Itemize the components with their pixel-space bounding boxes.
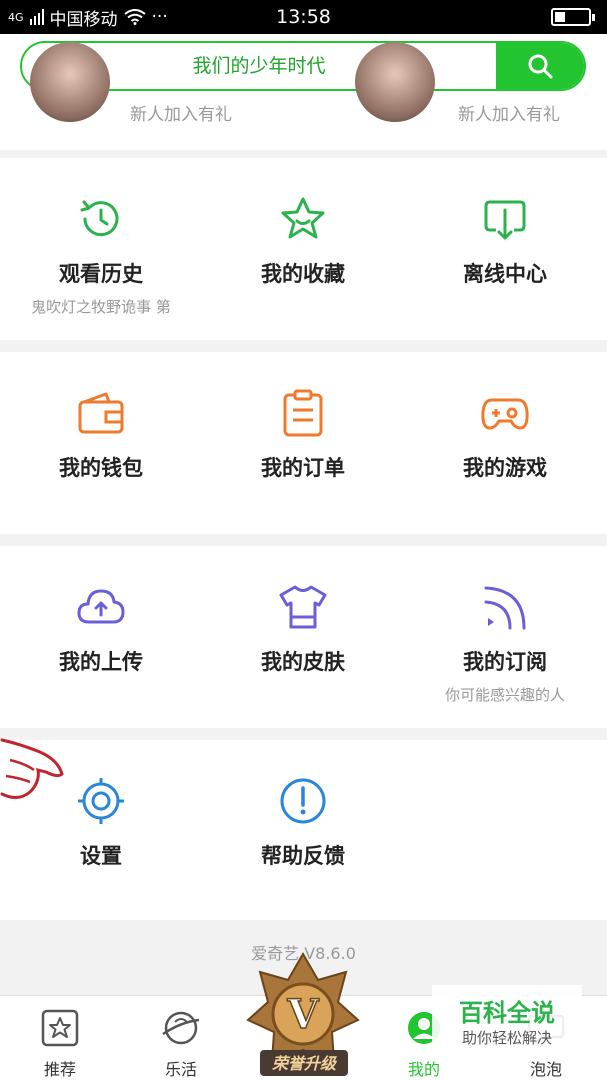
menu-wallet[interactable]: 我的钱包 xyxy=(0,352,202,534)
menu-label: 我的钱包 xyxy=(59,456,143,480)
menu-favorites[interactable]: 我的收藏 xyxy=(202,158,404,340)
medal-letter: V xyxy=(286,991,319,1038)
watermark-title: 百科全说 xyxy=(459,999,555,1027)
recommend-strip: 新人加入有礼 新人加入有礼 xyxy=(0,42,607,150)
menu-label: 帮助反馈 xyxy=(261,844,345,868)
section-media: 观看历史 鬼吹灯之牧野诡事 第 我的收藏 离线中心 xyxy=(0,158,607,340)
section-misc: 设置 帮助反馈 xyxy=(0,740,607,920)
avatar[interactable] xyxy=(355,42,435,122)
nav-label: 推荐 xyxy=(43,1060,76,1079)
menu-orders[interactable]: 我的订单 xyxy=(202,352,404,534)
menu-label: 观看历史 xyxy=(59,262,143,286)
wallet-icon xyxy=(78,392,124,434)
strip-label-left: 新人加入有礼 xyxy=(130,105,232,125)
section-account: 我的钱包 我的订单 我的游戏 xyxy=(0,352,607,534)
gamepad-icon xyxy=(481,398,529,430)
menu-skins[interactable]: 我的皮肤 xyxy=(202,546,404,728)
menu-label: 我的订单 xyxy=(261,456,345,480)
strip-label-right: 新人加入有礼 xyxy=(458,105,560,125)
menu-offline-center[interactable]: 离线中心 xyxy=(404,158,606,340)
tshirt-icon xyxy=(279,585,327,629)
rss-icon xyxy=(484,586,526,630)
watermark-logo: 百科全说 助你轻松解决 xyxy=(432,985,582,1055)
planet-icon xyxy=(162,1011,200,1045)
help-exclamation-icon xyxy=(280,778,326,824)
menu-help-feedback[interactable]: 帮助反馈 xyxy=(202,740,404,920)
menu-sublabel: 鬼吹灯之牧野诡事 第 xyxy=(31,298,171,316)
status-bar: 4G 中国移动 ··· 13:58 xyxy=(0,0,607,34)
menu-subscriptions[interactable]: 我的订阅 你可能感兴趣的人 xyxy=(404,546,606,728)
nav-label: 乐活 xyxy=(164,1060,197,1079)
star-box-icon xyxy=(41,1009,79,1047)
menu-label: 我的收藏 xyxy=(261,262,345,286)
settings-gear-icon xyxy=(78,778,124,824)
menu-watch-history[interactable]: 观看历史 鬼吹灯之牧野诡事 第 xyxy=(0,158,202,340)
nav-lifestyle[interactable]: 乐活 xyxy=(121,996,241,1080)
menu-label: 我的皮肤 xyxy=(261,650,345,674)
history-clock-icon xyxy=(80,200,119,237)
upgrade-medal-badge[interactable]: V 荣誉升级 xyxy=(246,950,361,1080)
menu-label: 我的游戏 xyxy=(463,456,547,480)
battery-icon xyxy=(551,8,595,26)
menu-label: 我的上传 xyxy=(59,650,143,674)
nav-label: 我的 xyxy=(407,1060,440,1079)
clipboard-icon xyxy=(283,389,323,437)
menu-label: 我的订阅 xyxy=(463,650,547,674)
star-icon xyxy=(281,197,325,239)
status-time: 13:58 xyxy=(276,6,331,28)
menu-sublabel: 你可能感兴趣的人 xyxy=(444,686,565,704)
nav-recommend[interactable]: 推荐 xyxy=(0,996,120,1080)
menu-games[interactable]: 我的游戏 xyxy=(404,352,606,534)
watermark-subtitle: 助你轻松解决 xyxy=(461,1029,552,1047)
menu-uploads[interactable]: 我的上传 xyxy=(0,546,202,728)
menu-label: 设置 xyxy=(80,844,122,868)
download-icon xyxy=(484,200,526,240)
cloud-upload-icon xyxy=(77,589,125,624)
search-icon xyxy=(528,54,553,79)
nav-label: 泡泡 xyxy=(529,1060,562,1079)
menu-label: 离线中心 xyxy=(463,262,547,286)
section-content: 我的上传 我的皮肤 我的订阅 你可能感兴趣的人 xyxy=(0,546,607,728)
medal-text: 荣誉升级 xyxy=(272,1054,338,1073)
avatar[interactable] xyxy=(30,42,110,122)
pointing-hand-icon xyxy=(0,738,64,799)
search-button[interactable] xyxy=(496,43,584,89)
